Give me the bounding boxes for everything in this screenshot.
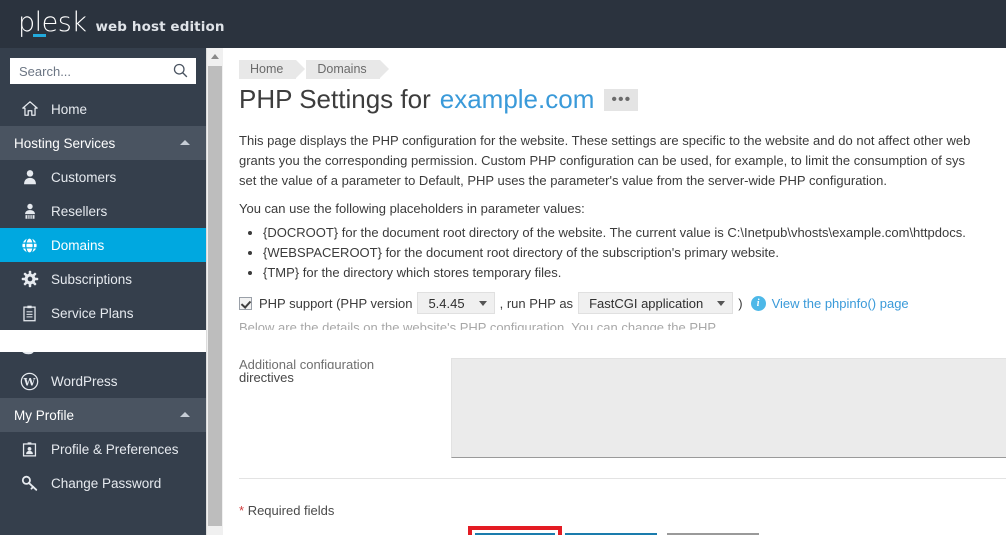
placeholders-intro: You can use the following placeholders i… bbox=[239, 201, 585, 216]
sidebar: Home Hosting Services Customers bbox=[0, 48, 206, 535]
sidebar-item-label: Service Plans bbox=[51, 305, 134, 321]
users-icon bbox=[19, 201, 40, 222]
list-item: {TMP} for the directory which stores tem… bbox=[263, 263, 1006, 283]
php-version-select[interactable]: 5.4.45 bbox=[417, 292, 495, 314]
page-title-domain-link[interactable]: example.com bbox=[440, 84, 595, 115]
sidebar-item-label: Change Password bbox=[51, 475, 162, 491]
intro-paragraph-line-1: This page displays the PHP configuration… bbox=[239, 133, 971, 148]
profile-card-icon bbox=[19, 439, 40, 460]
chevron-up-icon bbox=[180, 140, 190, 145]
clipboard-icon bbox=[19, 303, 40, 324]
sidebar-item-home[interactable]: Home bbox=[0, 92, 206, 126]
capture-split-band-notch bbox=[76, 344, 156, 352]
plesk-logo[interactable]: plesk web host edition bbox=[18, 9, 225, 37]
sidebar-item-label: Profile & Preferences bbox=[51, 441, 179, 457]
edition-label: web host edition bbox=[95, 19, 225, 35]
top-bar: plesk web host edition bbox=[0, 0, 1006, 48]
page-title-prefix: PHP Settings for bbox=[239, 84, 431, 114]
sidebar-group-label: My Profile bbox=[14, 407, 75, 423]
key-icon bbox=[19, 473, 40, 494]
sidebar-item-resellers[interactable]: Resellers bbox=[0, 194, 206, 228]
chevron-down-icon bbox=[717, 300, 726, 306]
php-version-value: 5.4.45 bbox=[428, 295, 465, 311]
sidebar-item-label: Resellers bbox=[51, 203, 108, 219]
info-icon: i bbox=[750, 295, 766, 311]
php-handler-select[interactable]: FastCGI application bbox=[578, 292, 734, 314]
php-support-row: PHP support (PHP version 5.4.45 , run PH… bbox=[239, 292, 909, 314]
required-fields-note: * Required fields bbox=[239, 503, 334, 518]
search-input[interactable] bbox=[10, 59, 196, 83]
sidebar-group-my-profile[interactable]: My Profile bbox=[0, 398, 206, 432]
php-support-checkbox[interactable] bbox=[239, 296, 252, 310]
plesk-php-settings-page: plesk web host edition Search... Home Ho… bbox=[0, 0, 1006, 535]
scrollbar-thumb[interactable] bbox=[208, 66, 222, 526]
breadcrumb: Home Domains bbox=[239, 60, 390, 79]
php-support-label-close: ) bbox=[738, 295, 743, 311]
sidebar-scrollbar[interactable] bbox=[206, 48, 223, 535]
logo-underline-accent bbox=[33, 34, 46, 37]
php-support-label: PHP support (PHP version bbox=[259, 295, 413, 311]
sidebar-item-subscriptions[interactable]: Subscriptions bbox=[0, 262, 206, 296]
required-asterisk: * bbox=[239, 503, 245, 518]
sidebar-item-domains[interactable]: Domains bbox=[0, 228, 206, 262]
sidebar-item-label: Customers bbox=[51, 169, 117, 185]
user-icon bbox=[19, 167, 40, 188]
wordpress-icon: W bbox=[19, 371, 40, 392]
run-php-as-label: , run PHP as bbox=[499, 295, 574, 311]
additional-directives-label-line2: directives bbox=[239, 370, 294, 385]
sidebar-item-label: Subscriptions bbox=[51, 271, 133, 287]
php-handler-value: FastCGI application bbox=[589, 295, 704, 311]
intro-paragraph-line-2: grants you the corresponding permission.… bbox=[239, 153, 965, 168]
sidebar-group-hosting-services[interactable]: Hosting Services bbox=[0, 126, 206, 160]
capture-split-band-right bbox=[206, 330, 1006, 352]
list-item: {DOCROOT} for the document root director… bbox=[263, 223, 1006, 243]
breadcrumb-item-domains[interactable]: Domains bbox=[306, 60, 390, 79]
sidebar-search-row bbox=[0, 48, 206, 92]
main-content: Home Domains PHP Settings for example.co… bbox=[223, 48, 1006, 535]
sidebar-item-profile-preferences[interactable]: Profile & Preferences bbox=[0, 432, 206, 466]
search-box[interactable] bbox=[10, 58, 196, 84]
required-fields-text: Required fields bbox=[247, 503, 335, 518]
phpinfo-link[interactable]: View the phpinfo() page bbox=[772, 296, 909, 311]
footer-divider bbox=[239, 478, 1006, 479]
sidebar-item-label: Domains bbox=[51, 237, 105, 253]
more-options-icon[interactable]: ••• bbox=[604, 88, 639, 111]
svg-text:W: W bbox=[23, 376, 36, 388]
plesk-wordmark: plesk bbox=[18, 7, 87, 38]
chevron-up-icon bbox=[180, 412, 190, 417]
gear-icon bbox=[19, 269, 40, 290]
globe-icon bbox=[19, 235, 40, 256]
breadcrumb-item-home[interactable]: Home bbox=[239, 60, 306, 79]
page-title: PHP Settings for example.com ••• bbox=[239, 84, 639, 115]
plesk-logo-text: plesk bbox=[18, 7, 87, 38]
sidebar-item-label: WordPress bbox=[51, 373, 118, 389]
sidebar-item-service-plans[interactable]: Service Plans bbox=[0, 296, 206, 330]
chevron-down-icon bbox=[478, 300, 487, 306]
intro-paragraph-line-3: set the value of a parameter to Default,… bbox=[239, 173, 887, 188]
sidebar-item-change-password[interactable]: Change Password bbox=[0, 466, 206, 500]
additional-directives-label: Additional configuration directives bbox=[239, 356, 429, 387]
additional-directives-label-line1: Additional configuration bbox=[239, 357, 375, 369]
list-item: {WEBSPACEROOT} for the document root dir… bbox=[263, 243, 1006, 263]
sidebar-group-label: Hosting Services bbox=[14, 135, 116, 151]
sidebar-nav: Home Hosting Services Customers Reseller… bbox=[0, 92, 206, 500]
placeholder-list: {DOCROOT} for the document root director… bbox=[239, 223, 1006, 283]
form-footer: * Required fields OK Apply Cancel bbox=[239, 488, 1006, 535]
additional-directives-textarea[interactable] bbox=[451, 358, 1006, 458]
sidebar-item-customers[interactable]: Customers bbox=[0, 160, 206, 194]
sidebar-item-wordpress[interactable]: W WordPress bbox=[0, 364, 206, 398]
scroll-up-arrow-icon[interactable] bbox=[207, 48, 223, 65]
home-icon bbox=[19, 99, 40, 120]
sidebar-item-label: Home bbox=[51, 101, 88, 117]
